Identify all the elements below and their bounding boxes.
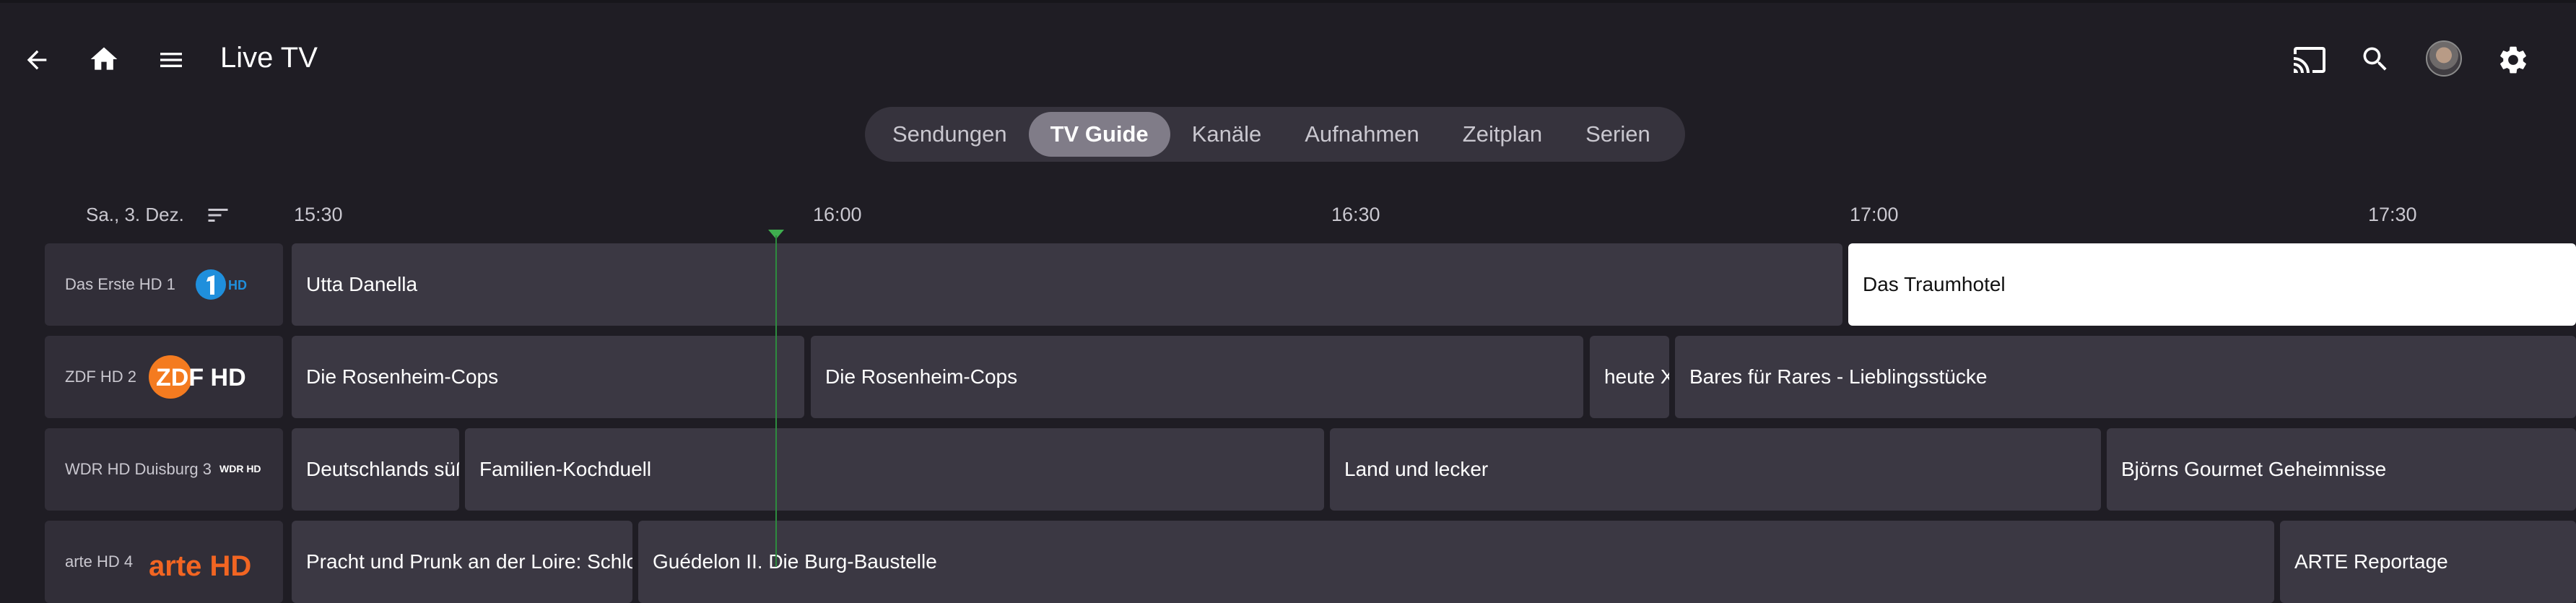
program-cell[interactable]: Björns Gourmet Geheimnisse bbox=[2107, 428, 2576, 511]
channel-name: arte HD 4 bbox=[65, 552, 134, 571]
wdr-logo: WDR HD bbox=[218, 460, 269, 481]
program-cell[interactable]: Deutschlands süße Seiten bbox=[292, 428, 459, 511]
tab-tv-guide[interactable]: TV Guide bbox=[1028, 112, 1170, 157]
zdf-logo: ZDF HD bbox=[147, 354, 267, 404]
sort-icon[interactable] bbox=[204, 202, 232, 228]
home-icon[interactable] bbox=[85, 40, 123, 78]
avatar[interactable] bbox=[2426, 40, 2462, 77]
time-slot: 16:30 bbox=[1331, 204, 1380, 225]
tab-bar: Sendungen TV Guide Kanäle Aufnahmen Zeit… bbox=[865, 107, 1685, 162]
channel-name: Das Erste HD 1 bbox=[65, 275, 175, 293]
top-edge bbox=[0, 0, 2576, 3]
logo-text: WDR HD bbox=[219, 463, 261, 474]
now-indicator-line bbox=[775, 235, 777, 567]
search-icon[interactable] bbox=[2357, 40, 2394, 78]
tab-sendungen[interactable]: Sendungen bbox=[871, 112, 1029, 157]
tab-zeitplan[interactable]: Zeitplan bbox=[1441, 112, 1564, 157]
program-cell[interactable]: heute Xpress bbox=[1590, 336, 1669, 418]
channel-cell-das-erste[interactable]: Das Erste HD 1 HD bbox=[45, 243, 283, 326]
channel-name: ZDF HD 2 bbox=[65, 368, 136, 386]
program-cell[interactable]: Land und lecker bbox=[1330, 428, 2101, 511]
channel-cell-zdf[interactable]: ZDF HD 2 ZDF HD bbox=[45, 336, 283, 418]
hamburger-menu-icon[interactable] bbox=[153, 42, 189, 78]
tab-aufnahmen[interactable]: Aufnahmen bbox=[1283, 112, 1441, 157]
logo-text: HD bbox=[228, 278, 247, 292]
das-erste-logo: HD bbox=[195, 269, 253, 304]
program-cell[interactable]: Guédelon II. Die Burg-Baustelle bbox=[638, 521, 2274, 603]
program-cell[interactable]: Pracht und Prunk an der Loire: Schlo bbox=[292, 521, 632, 603]
time-slot: 17:00 bbox=[1850, 204, 1899, 225]
logo-text: ZDF HD bbox=[156, 364, 246, 391]
channel-cell-arte[interactable]: arte HD 4 arte HD bbox=[45, 521, 283, 603]
program-cell[interactable]: Bares für Rares - Lieblingsstücke bbox=[1675, 336, 2576, 418]
settings-gear-icon[interactable] bbox=[2494, 40, 2533, 79]
program-cell[interactable]: Die Rosenheim-Cops bbox=[811, 336, 1583, 418]
program-cell-selected[interactable]: Das Traumhotel bbox=[1848, 243, 2576, 326]
time-slot: 17:30 bbox=[2368, 204, 2417, 225]
program-cell[interactable]: Familien-Kochduell bbox=[465, 428, 1324, 511]
channel-cell-wdr[interactable]: WDR HD Duisburg 3 WDR HD bbox=[45, 428, 283, 511]
back-arrow-icon[interactable] bbox=[19, 42, 55, 78]
logo-text: arte HD bbox=[149, 550, 251, 581]
program-cell[interactable]: Die Rosenheim-Cops bbox=[292, 336, 804, 418]
date-label[interactable]: Sa., 3. Dez. bbox=[86, 200, 184, 229]
page-title: Live TV bbox=[220, 42, 318, 74]
tab-kanaele[interactable]: Kanäle bbox=[1170, 112, 1284, 157]
channel-name: WDR HD Duisburg 3 bbox=[65, 460, 212, 478]
program-cell[interactable]: ARTE Reportage bbox=[2280, 521, 2576, 603]
arte-logo: arte HD bbox=[147, 545, 270, 585]
program-cell[interactable]: Utta Danella bbox=[292, 243, 1842, 326]
time-slot: 15:30 bbox=[294, 204, 343, 225]
time-slot: 16:00 bbox=[813, 204, 862, 225]
cast-icon[interactable] bbox=[2290, 40, 2329, 79]
tab-serien[interactable]: Serien bbox=[1564, 112, 1672, 157]
